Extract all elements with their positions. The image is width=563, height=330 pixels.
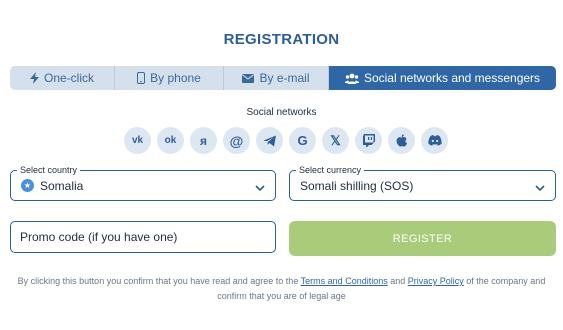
twitch-icon[interactable] <box>355 127 382 154</box>
currency-value: Somali shilling (SOS) <box>300 178 414 193</box>
mailru-icon[interactable]: @ <box>223 127 250 154</box>
disclaimer-text: and <box>387 276 408 286</box>
somalia-flag-icon: ★ <box>21 179 34 192</box>
currency-select-label: Select currency <box>296 164 365 176</box>
tab-by-email[interactable]: By e-mail <box>224 66 329 90</box>
registration-tabs: One-click By phone By e-mail Social netw… <box>10 66 556 90</box>
odnoklassniki-icon[interactable]: ok <box>157 127 184 154</box>
chevron-down-icon <box>535 180 545 198</box>
disclaimer-text: By clicking this button you confirm that… <box>17 276 301 286</box>
envelope-icon <box>242 73 255 83</box>
tab-one-click[interactable]: One-click <box>10 66 115 90</box>
legal-disclaimer: By clicking this button you confirm that… <box>6 274 557 304</box>
social-icons-row: vk ok я @ G 𝕏 <box>124 127 448 154</box>
users-icon <box>344 73 359 84</box>
currency-select[interactable]: Select currency Somali shilling (SOS) <box>289 164 556 201</box>
x-icon[interactable]: 𝕏 <box>322 127 349 154</box>
tab-label: One-click <box>43 71 94 85</box>
discord-icon[interactable] <box>421 127 448 154</box>
social-networks-label: Social networks <box>246 107 317 118</box>
tab-label: Social networks and messengers <box>363 71 541 85</box>
country-select-label: Select country <box>17 164 81 176</box>
tab-label: By e-mail <box>259 71 310 85</box>
privacy-policy-link[interactable]: Privacy Policy <box>408 276 464 286</box>
tab-by-phone[interactable]: By phone <box>115 66 224 90</box>
terms-link[interactable]: Terms and Conditions <box>301 276 388 286</box>
country-value: Somalia <box>40 178 84 193</box>
register-button[interactable]: REGISTER <box>289 221 556 256</box>
yandex-icon[interactable]: я <box>190 127 217 154</box>
tab-social-networks[interactable]: Social networks and messengers <box>329 66 556 90</box>
google-icon[interactable]: G <box>289 127 316 154</box>
phone-icon <box>137 72 146 84</box>
country-select[interactable]: Select country ★ Somalia <box>10 164 276 201</box>
chevron-down-icon <box>255 180 265 198</box>
lightning-icon <box>29 72 39 84</box>
promo-code-input[interactable] <box>10 221 276 253</box>
apple-icon[interactable] <box>388 127 415 154</box>
tab-label: By phone <box>150 71 201 85</box>
vk-icon[interactable]: vk <box>124 127 151 154</box>
page-title: REGISTRATION <box>223 31 340 48</box>
telegram-icon[interactable] <box>256 127 283 154</box>
